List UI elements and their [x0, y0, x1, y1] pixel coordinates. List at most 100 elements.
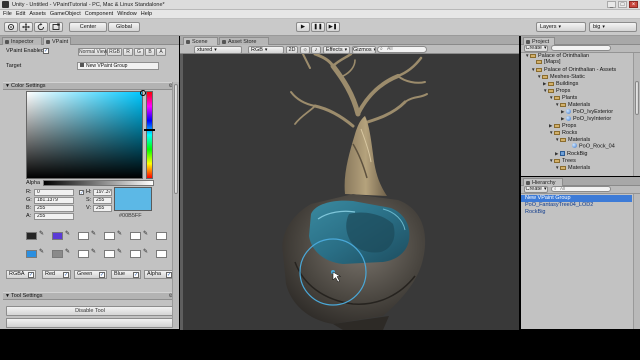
b-field[interactable]: 255: [34, 205, 74, 212]
preset-color-2[interactable]: [52, 232, 63, 240]
tree-item[interactable]: ▶ Props: [549, 122, 576, 129]
tree-item[interactable]: ▼ Palace of Orinthalian: [525, 52, 589, 59]
render-mode-dropdown[interactable]: RGB: [248, 46, 284, 54]
current-color-swatch[interactable]: [114, 187, 152, 211]
color-field-picker[interactable]: [26, 91, 143, 179]
preset-color-11[interactable]: [130, 250, 141, 258]
tree-item[interactable]: PoO_Rock_04: [567, 143, 615, 150]
project-scrollbar[interactable]: [633, 53, 640, 176]
tab-hierarchy[interactable]: Hierarchy: [523, 178, 563, 186]
s-field[interactable]: 255: [93, 197, 112, 204]
target-field[interactable]: New VPaint Group: [77, 62, 159, 70]
menu-assets[interactable]: Assets: [29, 11, 46, 17]
layers-dropdown[interactable]: Layers: [536, 22, 586, 32]
menu-component[interactable]: Component: [85, 11, 113, 17]
tree-item[interactable]: ▶ RockBig: [555, 150, 587, 157]
mode-normal-view[interactable]: Normal View: [78, 48, 107, 56]
play-button[interactable]: ▶: [296, 22, 310, 32]
preset-color-12[interactable]: [156, 250, 167, 258]
v-field[interactable]: 255: [93, 205, 112, 212]
preset-color-7[interactable]: [26, 250, 37, 258]
layout-dropdown[interactable]: big: [589, 22, 637, 32]
eyedropper-icon[interactable]: ✎: [39, 248, 44, 255]
tool-settings-header[interactable]: ▼ Tool Settings ⚙: [3, 292, 176, 300]
hue-slider-handle[interactable]: [144, 129, 155, 131]
pivot-mode-button[interactable]: Center: [69, 22, 107, 32]
gizmos-dropdown[interactable]: Gizmos: [352, 46, 376, 54]
maximize-button[interactable]: □: [618, 1, 627, 8]
tree-item[interactable]: ▼ Materials: [555, 136, 590, 143]
scene-viewport[interactable]: [183, 54, 519, 330]
channel-red-toggle[interactable]: Red ✓: [42, 270, 71, 279]
preset-color-3[interactable]: [78, 232, 89, 240]
preset-color-9[interactable]: [78, 250, 89, 258]
eyedropper-icon[interactable]: ✎: [143, 248, 148, 255]
eyedropper-icon[interactable]: ✎: [39, 230, 44, 237]
tree-item[interactable]: ▼ Trees: [549, 157, 576, 164]
preset-color-8[interactable]: [52, 250, 63, 258]
disable-tool-button[interactable]: Disable Tool: [6, 306, 174, 316]
tool-button-row[interactable]: [6, 318, 174, 328]
tree-item[interactable]: ▼ Materials: [555, 101, 590, 108]
scale-tool-button[interactable]: [49, 22, 63, 32]
channel-rgba-toggle[interactable]: RGBA ✓: [6, 270, 36, 279]
tree-item[interactable]: ▼ Palace of Orinthalian - Assets: [531, 66, 616, 73]
tab-vpaint[interactable]: VPaint: [43, 37, 71, 45]
a-field[interactable]: 255: [34, 213, 74, 220]
preset-color-6[interactable]: [156, 232, 167, 240]
g-field[interactable]: 181.1379: [34, 197, 74, 204]
minimize-button[interactable]: _: [607, 1, 616, 8]
hierarchy-item[interactable]: RockBig: [525, 209, 545, 216]
tree-item[interactable]: ▼ Props: [543, 87, 570, 94]
eyedropper-icon[interactable]: ✎: [91, 230, 96, 237]
preset-color-1[interactable]: [26, 232, 37, 240]
alpha-slider[interactable]: [43, 180, 154, 186]
hand-tool-button[interactable]: [4, 22, 18, 32]
eyedropper-icon[interactable]: ✎: [117, 230, 122, 237]
eyedropper-icon[interactable]: ✎: [117, 248, 122, 255]
audio-toggle[interactable]: ♪: [311, 46, 321, 54]
hierarchy-scrollbar[interactable]: [633, 194, 640, 329]
tree-item[interactable]: ▼ Meshes-Static: [537, 73, 585, 80]
toggle-2d-button[interactable]: 2D: [286, 46, 298, 54]
tree-item[interactable]: ▶ PoO_IvyInterior: [561, 115, 611, 122]
color-settings-header[interactable]: ▼ Color Settings ⚙: [3, 82, 176, 90]
h-field[interactable]: 197.37: [93, 189, 112, 196]
step-button[interactable]: ▶❚: [326, 22, 340, 32]
project-scrollbar-thumb[interactable]: [635, 81, 639, 115]
mode-rgb[interactable]: RGB: [107, 48, 122, 56]
hierarchy-item[interactable]: PoO_FantasyTree04_LOD2: [525, 202, 593, 209]
hue-slider[interactable]: [146, 91, 153, 179]
move-tool-button[interactable]: [19, 22, 33, 32]
tab-scene[interactable]: Scene: [183, 37, 218, 45]
tree-item[interactable]: ▶ PoO_IvyExterior: [561, 108, 613, 115]
preset-color-4[interactable]: [104, 232, 115, 240]
tree-item[interactable]: ▶ Buildings: [543, 80, 578, 87]
project-create-dropdown[interactable]: Create: [524, 45, 548, 52]
channel-blue-toggle[interactable]: Blue ✓: [111, 270, 141, 279]
scene-search-input[interactable]: ⌕ All: [377, 46, 427, 53]
lighting-toggle[interactable]: ☼: [300, 46, 310, 54]
mode-b[interactable]: B: [145, 48, 155, 56]
menu-file[interactable]: File: [3, 11, 12, 17]
menu-help[interactable]: Help: [141, 11, 152, 17]
tree-item[interactable]: ▼ Materials: [555, 164, 590, 171]
pivot-space-button[interactable]: Global: [108, 22, 140, 32]
hierarchy-create-dropdown[interactable]: Create: [524, 186, 548, 193]
hierarchy-search-input[interactable]: ⌕ All: [551, 186, 611, 192]
tree-item[interactable]: [Maps]: [531, 59, 561, 66]
eyedropper-icon[interactable]: ✎: [65, 248, 70, 255]
mode-r[interactable]: R: [123, 48, 133, 56]
inspector-scrollbar[interactable]: [172, 82, 179, 328]
project-search-input[interactable]: [551, 45, 611, 51]
tab-inspector[interactable]: Inspector: [2, 37, 42, 45]
preset-color-10[interactable]: [104, 250, 115, 258]
eyedropper-icon[interactable]: ✎: [65, 230, 70, 237]
hsv-toggle-checkbox[interactable]: ✓: [79, 190, 84, 195]
hierarchy-item-selected[interactable]: New VPaint Group: [521, 195, 632, 202]
tree-item[interactable]: ▼ Rocks: [549, 129, 577, 136]
menu-edit[interactable]: Edit: [16, 11, 25, 17]
menu-gameobject[interactable]: GameObject: [50, 11, 81, 17]
pause-button[interactable]: ❚❚: [311, 22, 325, 32]
channel-alpha-toggle[interactable]: Alpha ✓: [144, 270, 174, 279]
